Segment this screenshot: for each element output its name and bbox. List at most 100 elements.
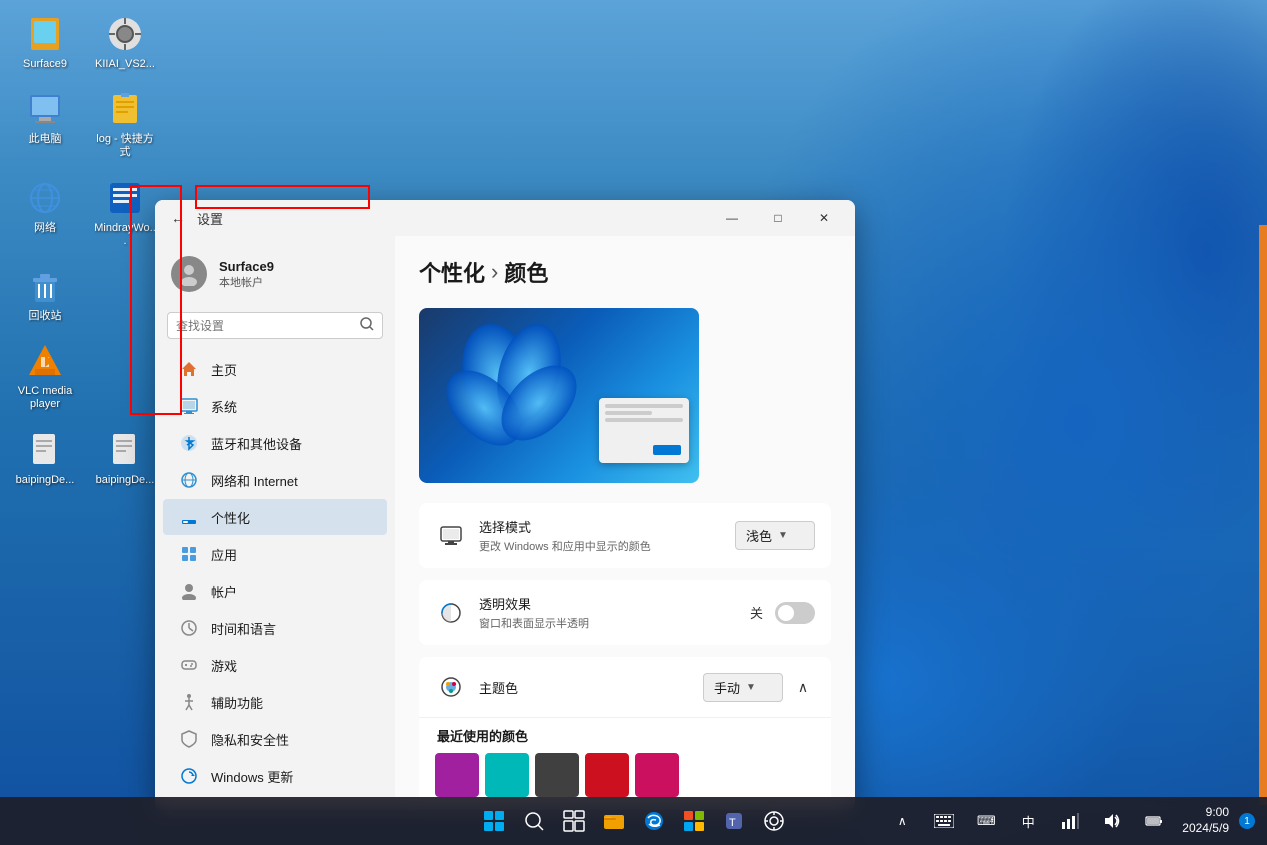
user-type: 本地帐户 (219, 274, 274, 290)
taskbar-search-button[interactable] (516, 803, 552, 839)
sidebar-item-personalization[interactable]: 个性化 (163, 499, 387, 535)
color-swatch-2[interactable] (535, 753, 579, 797)
taskbar: T ∧ (0, 797, 1267, 845)
desktop-icon-kiiai[interactable]: KIIAI_VS2... (90, 10, 160, 75)
mode-dropdown-arrow: ▼ (778, 530, 788, 541)
desktop-icon-baiping1[interactable]: baipingDe... (10, 426, 80, 491)
personalization-icon (179, 507, 199, 527)
mode-text: 选择模式 更改 Windows 和应用中显示的颜色 (479, 517, 723, 554)
sidebar-item-system[interactable]: 系统 (163, 388, 387, 424)
accent-expand-btn[interactable]: ∧ (791, 675, 815, 699)
taskbar-chevron-up[interactable]: ∧ (884, 803, 920, 839)
taskbar-keyboard-icon[interactable] (926, 803, 962, 839)
home-icon (179, 359, 199, 379)
settings-window: ← 设置 — □ ✕ Surface9 本地帐户 (155, 200, 855, 810)
mindray-icon (105, 178, 145, 218)
settings-card-accent: 主题色 手动 ▼ ∧ 最近使用的颜色 (419, 657, 831, 810)
desktop-icon-baiping2[interactable]: baipingDe... (90, 426, 160, 491)
taskbar-battery-icon[interactable] (1136, 803, 1172, 839)
taskbar-app-teams[interactable]: T (716, 803, 752, 839)
taskbar-clock[interactable]: 9:00 2024/5/9 (1178, 803, 1233, 838)
task-view-button[interactable] (556, 803, 592, 839)
taskbar-right: ∧ ⌨ 中 (884, 803, 1255, 839)
nav-sidebar: Surface9 本地帐户 (155, 236, 395, 810)
accent-dropdown-value: 手动 (714, 678, 740, 697)
sidebar-item-home-label: 主页 (211, 360, 237, 379)
desktop-icon-network-label: 网络 (34, 222, 56, 235)
desktop-icon-kiiai-label: KIIAI_VS2... (95, 58, 155, 71)
sidebar-item-gaming-label: 游戏 (211, 656, 237, 675)
desktop-icon-mindray-label: MindrayWo... (94, 222, 156, 248)
user-avatar (171, 256, 207, 292)
taskbar-app-edge[interactable] (636, 803, 672, 839)
transparency-control[interactable]: 关 (750, 602, 815, 624)
dialog-line-3 (605, 418, 683, 422)
taskbar-network-icon[interactable] (1052, 803, 1088, 839)
recycle-icon (25, 266, 65, 306)
start-button[interactable] (476, 803, 512, 839)
user-info: Surface9 本地帐户 (219, 259, 274, 290)
desktop-icon-network[interactable]: 网络 (10, 174, 80, 252)
sidebar-item-gaming[interactable]: 游戏 (163, 647, 387, 683)
main-content: 个性化 › 颜色 (395, 236, 855, 810)
user-section[interactable]: Surface9 本地帐户 (155, 244, 395, 304)
clock-date: 2024/5/9 (1182, 821, 1229, 837)
sidebar-item-system-label: 系统 (211, 397, 237, 416)
sidebar-item-accessibility[interactable]: 辅助功能 (163, 684, 387, 720)
taskbar-ime-zh[interactable]: ⌨ (968, 803, 1004, 839)
sidebar-item-accounts[interactable]: 帐户 (163, 573, 387, 609)
desktop-icon-recycle[interactable]: 回收站 (10, 262, 80, 327)
desktop-icon-mindray[interactable]: MindrayWo... (90, 174, 160, 252)
taskbar-app-settings[interactable] (756, 803, 792, 839)
sidebar-item-time-language-label: 时间和语言 (211, 619, 276, 638)
taskbar-app-explorer[interactable] (596, 803, 632, 839)
mypc-icon (25, 89, 65, 129)
transparency-toggle[interactable] (775, 602, 815, 624)
taskbar-volume-icon[interactable] (1094, 803, 1130, 839)
desktop-icon-surface9[interactable]: Surface9 (10, 10, 80, 75)
search-input[interactable] (176, 319, 360, 333)
notification-badge[interactable]: 1 (1239, 813, 1255, 829)
accent-control[interactable]: 手动 ▼ ∧ (703, 673, 815, 702)
settings-card-mode: 选择模式 更改 Windows 和应用中显示的颜色 浅色 ▼ (419, 503, 831, 568)
color-swatch-3[interactable] (585, 753, 629, 797)
sidebar-item-home[interactable]: 主页 (163, 351, 387, 387)
color-swatch-1[interactable] (485, 753, 529, 797)
desktop-icon-baiping2-label: baipingDe... (96, 474, 155, 487)
minimize-button[interactable]: — (709, 202, 755, 234)
kiiai-icon (105, 14, 145, 54)
close-button[interactable]: ✕ (801, 202, 847, 234)
sidebar-item-bluetooth[interactable]: 蓝牙和其他设备 (163, 425, 387, 461)
title-bar-controls: — □ ✕ (709, 202, 847, 234)
mode-dropdown[interactable]: 浅色 ▼ (735, 521, 815, 550)
mode-control[interactable]: 浅色 ▼ (735, 521, 815, 550)
network-icon (25, 178, 65, 218)
desktop-icon-mypc[interactable]: 此电脑 (10, 85, 80, 163)
color-swatch-4[interactable] (635, 753, 679, 797)
sidebar-item-windows-update[interactable]: Windows 更新 (163, 758, 387, 794)
taskbar-app-store[interactable] (676, 803, 712, 839)
desktop-icon-surface9-label: Surface9 (23, 58, 67, 71)
sidebar-item-privacy[interactable]: 隐私和安全性 (163, 721, 387, 757)
sidebar-item-network[interactable]: 网络和 Internet (163, 462, 387, 498)
mode-desc: 更改 Windows 和应用中显示的颜色 (479, 538, 723, 554)
maximize-button[interactable]: □ (755, 202, 801, 234)
taskbar-ime-pin[interactable]: 中 (1010, 803, 1046, 839)
title-bar: ← 设置 — □ ✕ (155, 200, 855, 236)
sidebar-item-apps[interactable]: 应用 (163, 536, 387, 572)
search-box[interactable] (167, 312, 383, 339)
baiping1-icon (25, 430, 65, 470)
accent-dropdown[interactable]: 手动 ▼ (703, 673, 783, 702)
sidebar-item-time-language[interactable]: 时间和语言 (163, 610, 387, 646)
back-button[interactable]: ← (167, 206, 189, 230)
color-preview (419, 308, 699, 483)
color-swatch-0[interactable] (435, 753, 479, 797)
desktop-icon-log[interactable]: log - 快捷方式 (90, 85, 160, 163)
desktop-icon-vlc[interactable]: VLC media player (10, 337, 80, 415)
accent-text: 主题色 (479, 678, 691, 697)
accent-icon (435, 671, 467, 703)
clock-time: 9:00 (1206, 805, 1229, 821)
desktop-icon-recycle-label: 回收站 (29, 310, 62, 323)
sidebar-item-privacy-label: 隐私和安全性 (211, 730, 289, 749)
apps-icon (179, 544, 199, 564)
